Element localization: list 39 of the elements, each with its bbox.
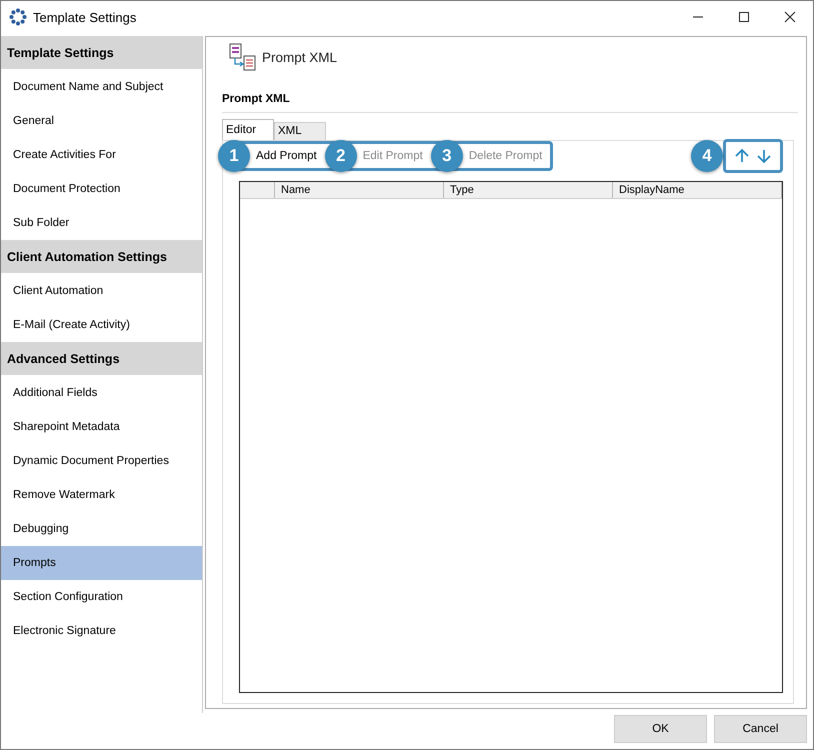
sidebar-item[interactable]: Remove Watermark: [1, 478, 202, 512]
tab[interactable]: XML: [274, 122, 326, 140]
sidebar-group-header: Template Settings: [1, 36, 202, 70]
sidebar-item[interactable]: Prompts: [1, 546, 202, 580]
sidebar-item[interactable]: Document Name and Subject: [1, 70, 202, 104]
close-icon[interactable]: [784, 11, 796, 23]
sidebar-item[interactable]: E-Mail (Create Activity): [1, 308, 202, 342]
callout-badge: 4: [691, 140, 723, 172]
toolbar-button[interactable]: Add Prompt: [250, 150, 325, 162]
sidebar-item[interactable]: Sub Folder: [1, 206, 202, 240]
maximize-icon[interactable]: [738, 11, 750, 23]
sidebar-item[interactable]: Client Automation: [1, 274, 202, 308]
sidebar-item[interactable]: Document Protection: [1, 172, 202, 206]
sidebar-item[interactable]: Dynamic Document Properties: [1, 444, 202, 478]
sidebar-item[interactable]: Electronic Signature: [1, 614, 202, 648]
dialog-button[interactable]: OK: [614, 715, 707, 743]
sidebar-group-header: Advanced Settings: [1, 342, 202, 376]
sidebar-item[interactable]: Sharepoint Metadata: [1, 410, 202, 444]
sidebar-item[interactable]: Create Activities For: [1, 138, 202, 172]
window-title: Template Settings: [33, 10, 136, 24]
app-logo-icon: [9, 8, 27, 26]
xml-document-icon: [228, 42, 258, 72]
sidebar-item[interactable]: General: [1, 104, 202, 138]
section-title: Prompt XML: [222, 93, 798, 113]
sidebar-item[interactable]: Debugging: [1, 512, 202, 546]
panel-title: Prompt XML: [262, 50, 338, 64]
column-header[interactable]: Name: [275, 182, 444, 198]
column-header[interactable]: Type: [444, 182, 613, 198]
move-down-icon[interactable]: [756, 148, 772, 164]
column-header[interactable]: DisplayName: [613, 182, 782, 198]
callout-badge: 2: [324, 140, 357, 172]
tab[interactable]: Editor: [222, 119, 274, 140]
sidebar-group-header: Client Automation Settings: [1, 240, 202, 274]
sidebar-item[interactable]: Additional Fields: [1, 376, 202, 410]
callout-badge: 1: [218, 140, 250, 172]
dialog-button[interactable]: Cancel: [714, 715, 807, 743]
move-up-icon[interactable]: [734, 148, 750, 164]
sidebar-item[interactable]: Section Configuration: [1, 580, 202, 614]
callout-badge: 3: [430, 140, 463, 172]
